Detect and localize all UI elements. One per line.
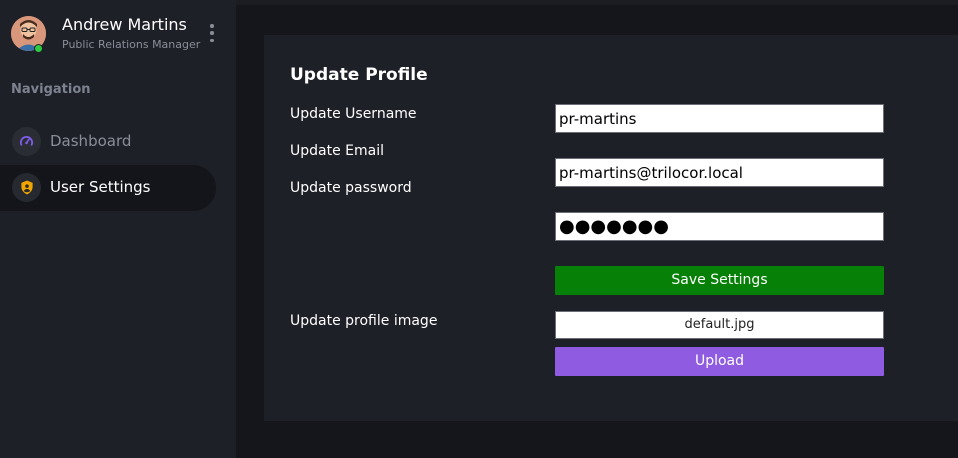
password-label: Update password xyxy=(290,180,412,196)
email-label: Update Email xyxy=(290,143,384,159)
username-label: Update Username xyxy=(290,106,417,122)
user-role: Public Relations Manager xyxy=(62,38,201,51)
email-field[interactable] xyxy=(555,158,884,187)
page-title: Update Profile xyxy=(290,65,428,85)
speedometer-icon xyxy=(12,127,41,156)
online-status-dot xyxy=(34,44,43,53)
nav-heading: Navigation xyxy=(11,82,91,97)
profile-image-label: Update profile image xyxy=(290,313,438,329)
username-field[interactable] xyxy=(555,104,884,133)
sidebar-item-dashboard[interactable]: Dashboard xyxy=(0,119,216,165)
more-options-icon[interactable] xyxy=(204,24,220,42)
shield-icon xyxy=(12,173,41,202)
password-field[interactable] xyxy=(555,212,884,241)
sidebar-item-label: Dashboard xyxy=(50,132,132,150)
user-name: Andrew Martins xyxy=(62,15,187,34)
sidebar: Andrew Martins Public Relations Manager … xyxy=(0,0,236,458)
user-profile-block: Andrew Martins Public Relations Manager xyxy=(0,0,236,66)
upload-button[interactable]: Upload xyxy=(555,347,884,376)
save-settings-button[interactable]: Save Settings xyxy=(555,266,884,295)
sidebar-item-user-settings[interactable]: User Settings xyxy=(0,165,216,211)
sidebar-item-label: User Settings xyxy=(50,178,151,196)
profile-image-file-input[interactable]: default.jpg xyxy=(555,311,884,339)
